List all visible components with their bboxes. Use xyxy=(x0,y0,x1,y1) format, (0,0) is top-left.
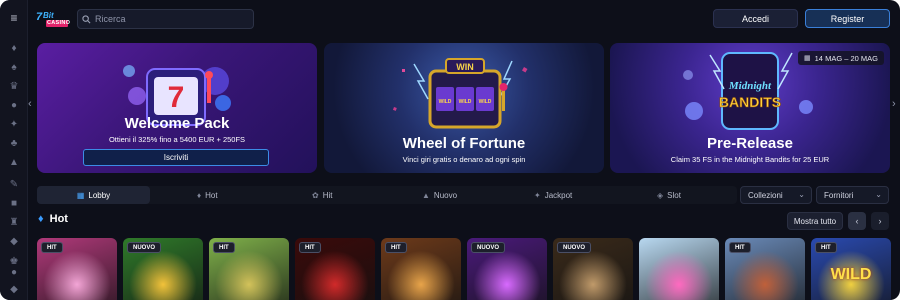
banner-subtitle: Claim 35 FS in the Midnight Bandits for … xyxy=(670,155,830,164)
tab-jackpot[interactable]: ✦ Jackpot xyxy=(534,186,572,204)
game-card[interactable]: NUOVO xyxy=(553,238,633,300)
game-badge: HIT xyxy=(729,242,751,253)
jackpot-icon: ✦ xyxy=(534,190,541,200)
flame-icon: ♦ xyxy=(38,213,44,225)
banner-title: Wheel of Fortune xyxy=(402,135,526,152)
card-icon[interactable]: ♜ xyxy=(7,216,21,230)
gift-icon[interactable]: ▲ xyxy=(7,156,21,170)
slot-icon: ◈ xyxy=(657,190,664,200)
trophy-icon[interactable]: ✎ xyxy=(7,178,21,192)
logo-text: CASINO xyxy=(47,20,71,26)
banner-title: Welcome Pack xyxy=(124,115,230,132)
register-button[interactable]: Register xyxy=(805,9,890,28)
chevron-down-icon: ⌄ xyxy=(875,190,882,199)
midnight-bandits-art: Midnight BANDITS xyxy=(683,52,813,130)
wheel-of-fortune-banner[interactable]: WIN WILD WILD WILD Wheel of Fortune Vinc… xyxy=(324,43,604,173)
game-card[interactable]: NUOVO xyxy=(123,238,203,300)
app-frame: ≡ ♦ ♠ ♛ ● ✦ ♣ ▲ ✎ ■ ♜ ◆ ♚ ● ◆ 7 Bit CASI… xyxy=(0,0,900,300)
search-icon xyxy=(82,14,91,24)
sidebar: ≡ ♦ ♠ ♛ ● ✦ ♣ ▲ ✎ ■ ♜ ◆ ♚ ● ◆ xyxy=(0,0,28,300)
game-badge: NUOVO xyxy=(127,242,162,253)
spade-icon[interactable]: ♠ xyxy=(7,61,21,75)
svg-text:7: 7 xyxy=(36,11,43,23)
game-badge: HIT xyxy=(385,242,407,253)
hit-icon: ✿ xyxy=(312,190,319,200)
ticket-icon[interactable]: ◆ xyxy=(7,235,21,249)
svg-text:7: 7 xyxy=(168,81,185,114)
search-input[interactable] xyxy=(95,14,245,24)
chip-icon[interactable]: ● xyxy=(7,99,21,113)
carousel-next-icon[interactable]: › xyxy=(892,98,896,110)
banner-subtitle: Vinci giri gratis o denaro ad ogni spin xyxy=(402,155,526,164)
svg-text:Bit: Bit xyxy=(43,11,54,20)
game-badge: HIT xyxy=(213,242,235,253)
providers-dropdown[interactable]: Fornitori ⌄ xyxy=(816,186,889,204)
game-logo-text: WILD xyxy=(830,266,872,283)
svg-text:BANDITS: BANDITS xyxy=(719,94,781,110)
tab-lobby[interactable]: ▦ Lobby xyxy=(37,186,150,204)
game-card[interactable]: HIT xyxy=(725,238,805,300)
flame-icon: ♦ xyxy=(197,190,202,200)
rocket-icon: ▲ xyxy=(422,190,430,200)
chevron-down-icon: ⌄ xyxy=(798,190,805,199)
wheel-slot-art: WIN WILD WILD WILD xyxy=(392,58,528,129)
banner-subtitle: Ottieni il 325% fino a 5400 EUR + 250FS xyxy=(108,135,246,144)
game-badge: HIT xyxy=(41,242,63,253)
game-card[interactable] xyxy=(639,238,719,300)
welcome-pack-banner[interactable]: 7 Welcome Pack Ottieni il 325% fino a 54… xyxy=(37,43,317,173)
game-card[interactable]: HIT xyxy=(37,238,117,300)
game-card[interactable]: HIT xyxy=(209,238,289,300)
tab-new[interactable]: ▲ Nuovo xyxy=(422,186,457,204)
crown-icon[interactable]: ♛ xyxy=(7,80,21,94)
game-badge: HIT xyxy=(815,242,837,253)
svg-text:WILD: WILD xyxy=(439,99,452,105)
collections-dropdown[interactable]: Collezioni ⌄ xyxy=(740,186,812,204)
carousel-prev-icon[interactable]: ‹ xyxy=(28,98,32,110)
category-tabs: ▦ Lobby ♦ Hot ✿ Hit ▲ Nuovo ✦ Jackpot ◈ … xyxy=(37,186,737,204)
svg-text:WILD: WILD xyxy=(479,99,492,105)
game-badge: NUOVO xyxy=(557,242,592,253)
game-badge: NUOVO xyxy=(471,242,506,253)
lobby-icon: ▦ xyxy=(76,190,85,200)
game-thumbnail xyxy=(639,238,719,300)
top-header: 7 Bit CASINO Accedi Register xyxy=(28,0,900,38)
game-card[interactable]: HIT xyxy=(381,238,461,300)
menu-icon[interactable]: ≡ xyxy=(7,11,21,25)
dice-icon[interactable]: ✦ xyxy=(7,118,21,132)
chevron-right-icon[interactable]: › xyxy=(871,212,889,230)
joystick-icon[interactable]: ♣ xyxy=(7,137,21,151)
star-icon[interactable]: ■ xyxy=(7,197,21,211)
tab-slot[interactable]: ◈ Slot xyxy=(657,186,681,204)
subscribe-button[interactable]: Iscriviti xyxy=(83,149,269,166)
diamond-icon[interactable]: ◆ xyxy=(7,283,21,297)
chevron-left-icon[interactable]: ‹ xyxy=(848,212,866,230)
pre-release-banner[interactable]: ▦ 14 MAG – 20 MAG Midnight BANDITS Pre-R… xyxy=(610,43,890,173)
svg-text:Midnight: Midnight xyxy=(728,80,772,92)
tab-hit[interactable]: ✿ Hit xyxy=(312,186,332,204)
win-text: WIN xyxy=(456,62,474,72)
game-badge: HIT xyxy=(299,242,321,253)
login-button[interactable]: Accedi xyxy=(713,9,798,28)
game-card[interactable]: WILD HIT xyxy=(811,238,891,300)
banner-title: Pre-Release xyxy=(707,135,793,152)
casino-logo[interactable]: 7 Bit CASINO xyxy=(34,8,70,30)
flame-icon[interactable]: ♦ xyxy=(7,42,21,56)
tab-hot[interactable]: ♦ Hot xyxy=(197,186,218,204)
search-box[interactable] xyxy=(77,9,254,29)
game-card[interactable]: NUOVO xyxy=(467,238,547,300)
show-all-button[interactable]: Mostra tutto xyxy=(787,212,843,230)
game-card[interactable]: HIT xyxy=(295,238,375,300)
svg-text:WILD: WILD xyxy=(459,99,472,105)
hot-section-title: ♦ Hot xyxy=(38,213,68,225)
bag-icon[interactable]: ● xyxy=(7,266,21,280)
